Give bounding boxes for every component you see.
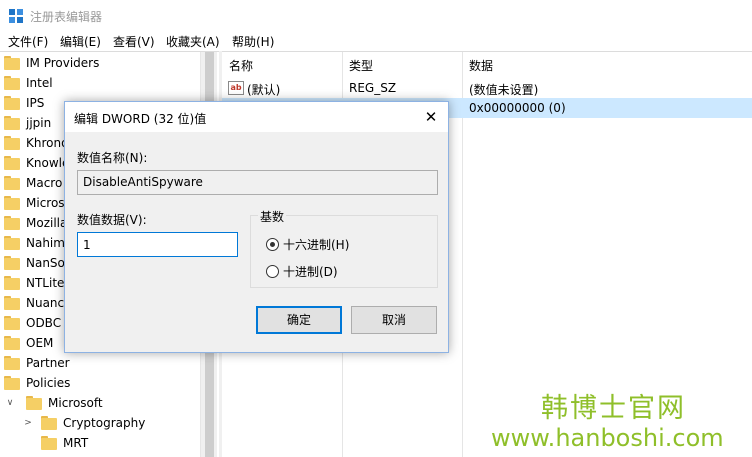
menu-file[interactable]: 文件(F) [8, 33, 48, 50]
value-type: REG_SZ [349, 81, 397, 95]
tree-item-label: Mozilla [26, 216, 68, 230]
tree-item-label: Macro [26, 176, 63, 190]
tree-item-label: OEM [26, 336, 54, 350]
tree-item-microsoft[interactable]: ∨ Microsoft [4, 393, 200, 413]
value-data-label: 数值数据(V): [77, 213, 147, 227]
value-data-input[interactable] [77, 232, 238, 257]
folder-icon [4, 376, 20, 390]
collapse-icon[interactable]: ∨ [4, 398, 16, 408]
tree-item-label: NTLite [26, 276, 65, 290]
folder-icon [4, 96, 20, 110]
radio-checked-icon [266, 238, 279, 251]
edit-dword-dialog: 编辑 DWORD (32 位)值 ✕ 数值名称(N): DisableAntiS… [64, 101, 449, 353]
radio-label: 十进制(D) [283, 265, 338, 279]
folder-icon [4, 176, 20, 190]
menu-help[interactable]: 帮助(H) [232, 33, 274, 50]
value-name-field: DisableAntiSpyware [77, 170, 438, 195]
folder-icon [4, 136, 20, 150]
close-icon[interactable]: ✕ [420, 107, 442, 127]
value-name: (默认) [247, 83, 281, 97]
tree-item-label: IM Providers [26, 56, 100, 70]
tree-item-label: Partner [26, 356, 70, 370]
folder-icon [4, 76, 20, 90]
tree-item[interactable]: Intel [4, 73, 200, 93]
menu-edit[interactable]: 编辑(E) [60, 33, 101, 50]
folder-icon [41, 416, 57, 430]
tree-item-cryptography[interactable]: > Cryptography [22, 413, 200, 433]
folder-icon [4, 316, 20, 330]
value-name-label: 数值名称(N): [77, 151, 148, 165]
folder-icon [4, 156, 20, 170]
tree-item-label: Intel [26, 76, 53, 90]
tree-item-label: Micros [26, 196, 65, 210]
expand-icon[interactable]: > [22, 418, 34, 428]
window-title: 注册表编辑器 [30, 10, 103, 24]
menu-favorites[interactable]: 收藏夹(A) [166, 33, 220, 50]
folder-icon [4, 116, 20, 130]
watermark-name: 韩博士官网 [541, 393, 686, 424]
folder-icon [4, 256, 20, 270]
tree-item[interactable]: Policies [4, 373, 200, 393]
menu-bar: 文件(F) 编辑(E) 查看(V) 收藏夹(A) 帮助(H) [0, 30, 752, 50]
column-header-data[interactable]: 数据 [469, 57, 493, 74]
value-data: 0x00000000 (0) [469, 101, 566, 115]
folder-icon [4, 276, 20, 290]
tree-item[interactable]: IM Providers [4, 53, 200, 73]
folder-icon [4, 56, 20, 70]
tree-item-label: ODBC [26, 316, 62, 330]
column-header-type[interactable]: 类型 [349, 57, 373, 74]
folder-icon [26, 396, 42, 410]
cancel-button[interactable]: 取消 [351, 306, 437, 334]
folder-icon [4, 296, 20, 310]
tree-item-label: Nahim [26, 236, 65, 250]
tree-item-mrt[interactable]: MRT [22, 433, 200, 453]
table-row[interactable]: ab (默认) REG_SZ (数值未设置) [222, 78, 752, 98]
radio-decimal[interactable]: 十进制(D) [266, 263, 338, 280]
tree-item-label: Khrono [26, 136, 69, 150]
ok-button[interactable]: 确定 [256, 306, 342, 334]
tree-item[interactable]: Partner [4, 353, 200, 373]
value-data: (数值未设置) [469, 83, 539, 97]
tree-item-label: jjpin [26, 116, 52, 130]
regedit-app-icon [9, 9, 23, 23]
dialog-title: 编辑 DWORD (32 位)值 [74, 112, 207, 126]
folder-icon [4, 236, 20, 250]
tree-item-label: Knowle [26, 156, 70, 170]
tree-item-label: Cryptography [63, 416, 146, 430]
tree-item-label: Policies [26, 376, 71, 390]
radio-unchecked-icon [266, 265, 279, 278]
dialog-title-bar[interactable]: 编辑 DWORD (32 位)值 ✕ [65, 102, 448, 132]
base-groupbox-title: 基数 [258, 208, 287, 225]
tree-item-label: IPS [26, 96, 45, 110]
column-header-name[interactable]: 名称 [229, 57, 253, 74]
folder-icon [4, 356, 20, 370]
folder-icon [4, 196, 20, 210]
radio-hexadecimal[interactable]: 十六进制(H) [266, 236, 349, 253]
title-bar: 注册表编辑器 [0, 0, 752, 30]
folder-icon [4, 336, 20, 350]
folder-icon [4, 216, 20, 230]
tree-item-label: MRT [63, 436, 89, 450]
menu-view[interactable]: 查看(V) [113, 33, 155, 50]
tree-item-label: Microsoft [48, 396, 103, 410]
folder-icon [41, 436, 57, 450]
string-value-icon: ab [228, 81, 244, 95]
watermark-url: www.hanboshi.com [491, 424, 724, 452]
radio-label: 十六进制(H) [283, 238, 350, 252]
tree-item-label: NanSo [26, 256, 65, 270]
